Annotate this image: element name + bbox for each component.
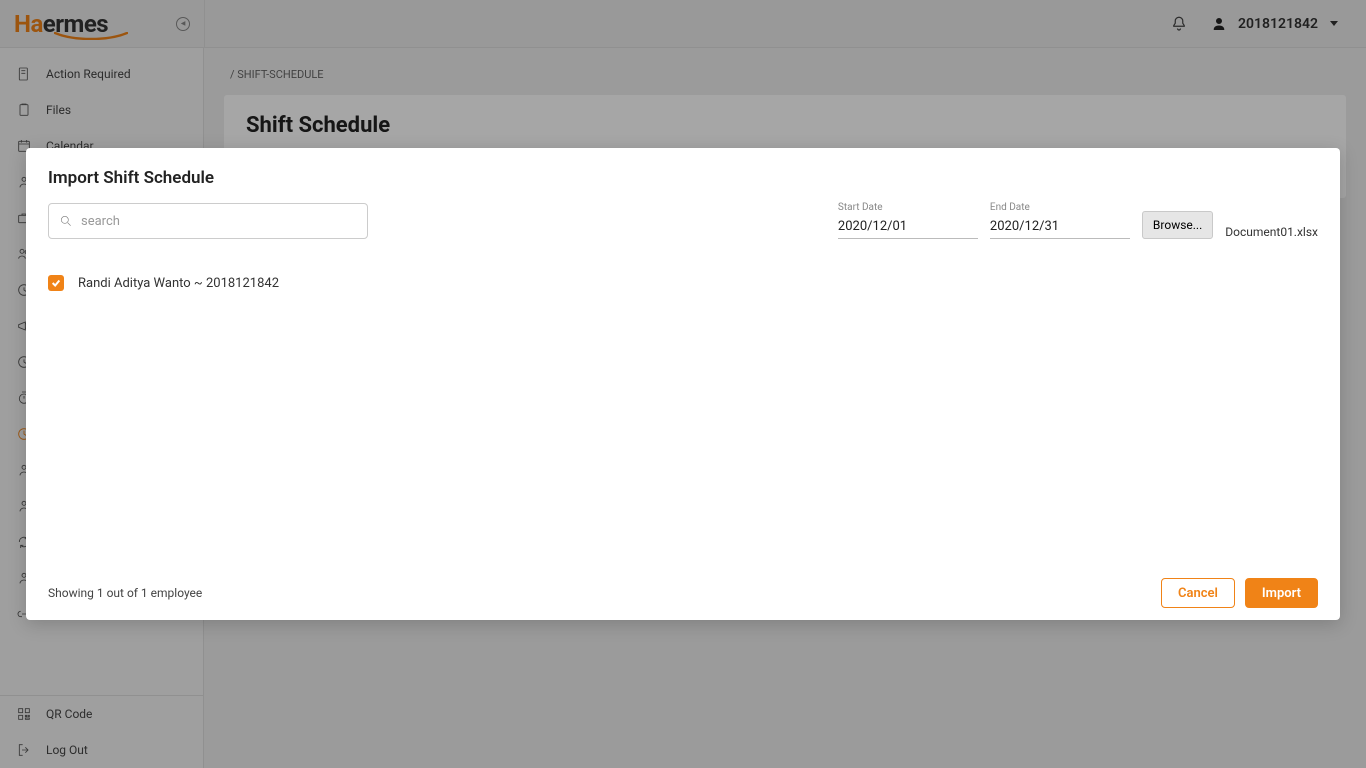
start-date-label: Start Date: [838, 202, 978, 213]
start-date-field: Start Date: [838, 202, 978, 239]
end-date-input[interactable]: [990, 215, 1130, 239]
modal-title: Import Shift Schedule: [26, 148, 1340, 196]
start-date-input[interactable]: [838, 215, 978, 239]
result-count-text: Showing 1 out of 1 employee: [48, 586, 202, 600]
end-date-field: End Date: [990, 202, 1130, 239]
import-button[interactable]: Import: [1245, 578, 1318, 608]
search-field-wrap[interactable]: [48, 203, 368, 239]
cancel-button[interactable]: Cancel: [1161, 578, 1235, 608]
end-date-label: End Date: [990, 202, 1130, 213]
search-icon: [59, 214, 73, 228]
employee-name: Randi Aditya Wanto ~ 2018121842: [78, 276, 279, 291]
import-shift-schedule-modal: Import Shift Schedule Start Date End Dat…: [26, 148, 1340, 620]
selected-file-name: Document01.xlsx: [1225, 225, 1318, 239]
search-input[interactable]: [81, 214, 357, 229]
employee-row[interactable]: Randi Aditya Wanto ~ 2018121842: [48, 275, 1318, 291]
employee-list: Randi Aditya Wanto ~ 2018121842: [48, 275, 1318, 291]
employee-checkbox[interactable]: [48, 275, 64, 291]
browse-button[interactable]: Browse...: [1142, 211, 1213, 239]
